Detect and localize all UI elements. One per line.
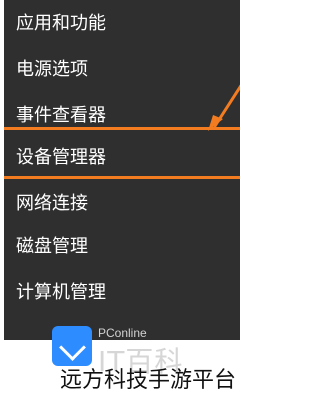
highlight-line-bottom	[4, 176, 240, 179]
logo-small-text: PConline	[98, 326, 147, 340]
menu-item-power-options[interactable]: 电源选项	[16, 54, 88, 86]
menu-item-network-connections[interactable]: 网络连接	[16, 188, 88, 220]
menu-item-disk-management[interactable]: 磁盘管理	[16, 231, 88, 263]
menu-item-apps-features[interactable]: 应用和功能	[16, 8, 106, 40]
pconline-logo-icon	[52, 326, 92, 366]
screenshot-root: 应用和功能 电源选项 事件查看器 设备管理器 网络连接 磁盘管理 计算机管理 P…	[0, 0, 240, 396]
context-menu: 应用和功能 电源选项 事件查看器 设备管理器 网络连接 磁盘管理 计算机管理	[4, 0, 240, 340]
watermark-text: 远方科技手游平台	[59, 368, 236, 393]
annotation-arrow-icon	[208, 84, 240, 131]
menu-item-computer-management[interactable]: 计算机管理	[16, 277, 106, 309]
menu-item-device-manager[interactable]: 设备管理器	[16, 142, 106, 174]
pconline-logo: PConline IT百科	[52, 326, 222, 378]
